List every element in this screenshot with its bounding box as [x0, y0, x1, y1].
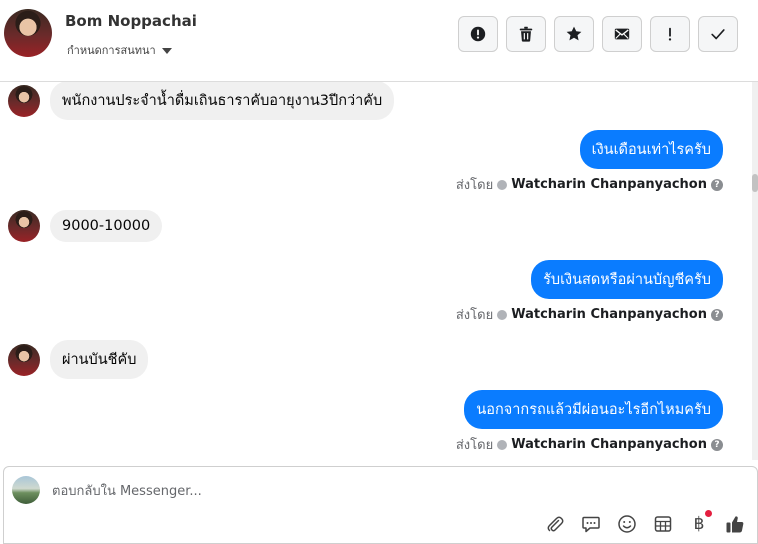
conversation-header: Bom Noppachai กำหนดการสนทนา [0, 0, 758, 82]
sent-by-line: ส่งโดย Watcharin Chanpanyachon ? [456, 304, 723, 325]
mark-unread-button[interactable] [602, 16, 642, 52]
sender-name[interactable]: Watcharin Chanpanyachon [511, 437, 707, 452]
label-selector[interactable]: กำหนดการสนทนา [67, 41, 172, 59]
label-selector-text: กำหนดการสนทนา [67, 44, 156, 57]
saved-replies-button[interactable] [580, 513, 602, 535]
notification-dot [705, 510, 712, 517]
message-bubble[interactable]: ผ่านบันชีคับ [50, 340, 149, 379]
chat-bubble-icon [582, 516, 600, 533]
contact-avatar[interactable] [4, 9, 52, 57]
chevron-down-icon [161, 47, 172, 54]
attach-button[interactable] [544, 513, 566, 535]
outgoing-message-bubble[interactable]: เงินเดือนเท่าไรครับ [579, 130, 723, 169]
help-icon[interactable]: ? [711, 308, 723, 321]
message-thread[interactable]: พนักงานประจำน้ำดื่มเถินธาราคับอายุงาน3ปี… [0, 82, 752, 460]
star-button[interactable] [554, 16, 594, 52]
help-icon[interactable]: ? [711, 178, 723, 191]
exclamation-icon [668, 27, 672, 41]
verified-dot-icon [497, 439, 508, 450]
table-icon [654, 516, 672, 532]
reply-input[interactable] [52, 479, 652, 503]
reply-composer: ฿ [3, 466, 758, 544]
sent-by-label: ส่งโดย [455, 308, 494, 323]
emoji-button[interactable] [616, 513, 638, 535]
mark-done-button[interactable] [698, 16, 738, 52]
payment-button[interactable]: ฿ [688, 510, 712, 535]
composer-tools: ฿ [544, 510, 746, 535]
paperclip-icon [547, 516, 564, 532]
incoming-message: 9000-10000 [8, 210, 163, 242]
sent-by-line: ส่งโดย Watcharin Chanpanyachon ? [456, 434, 723, 455]
page-avatar [12, 476, 40, 504]
follow-up-button[interactable] [650, 16, 690, 52]
sender-avatar[interactable] [8, 84, 40, 117]
star-icon [566, 26, 582, 41]
alert-circle-icon [470, 26, 486, 42]
verified-dot-icon [497, 179, 508, 190]
sent-by-label: ส่งโดย [455, 178, 494, 193]
sent-by-label: ส่งโดย [455, 438, 494, 453]
message-bubble[interactable]: 9000-10000 [50, 210, 163, 242]
sender-avatar[interactable] [8, 343, 40, 376]
check-icon [711, 29, 725, 40]
scrollbar-thumb[interactable] [752, 174, 758, 192]
contact-name[interactable]: Bom Noppachai [65, 12, 197, 30]
outgoing-message-bubble[interactable]: นอกจากรถแล้วมีผ่อนอะไรอีกไหมครับ [464, 390, 723, 429]
message-bubble[interactable]: พนักงานประจำน้ำดื่มเถินธาราคับอายุงาน3ปี… [50, 82, 395, 120]
outgoing-message-bubble[interactable]: รับเงินสดหรือผ่านบัญชีครับ [531, 260, 723, 299]
sender-name[interactable]: Watcharin Chanpanyachon [511, 177, 707, 192]
delete-button[interactable] [506, 16, 546, 52]
like-button[interactable] [724, 513, 746, 535]
verified-dot-icon [497, 309, 508, 320]
sent-by-line: ส่งโดย Watcharin Chanpanyachon ? [456, 174, 723, 195]
mark-spam-button[interactable] [458, 16, 498, 52]
envelope-icon [614, 28, 630, 40]
help-icon[interactable]: ? [711, 438, 723, 451]
table-button[interactable] [652, 513, 674, 535]
header-actions [458, 16, 738, 52]
thread-scrollbar[interactable] [752, 82, 758, 460]
smile-icon [618, 515, 636, 533]
trash-icon [519, 26, 533, 42]
incoming-message: ผ่านบันชีคับ [8, 340, 149, 379]
sender-avatar[interactable] [8, 210, 40, 242]
incoming-message: พนักงานประจำน้ำดื่มเถินธาราคับอายุงาน3ปี… [8, 82, 395, 120]
baht-icon: ฿ [693, 514, 705, 534]
thumbs-up-icon [726, 516, 744, 533]
sender-name[interactable]: Watcharin Chanpanyachon [511, 307, 707, 322]
